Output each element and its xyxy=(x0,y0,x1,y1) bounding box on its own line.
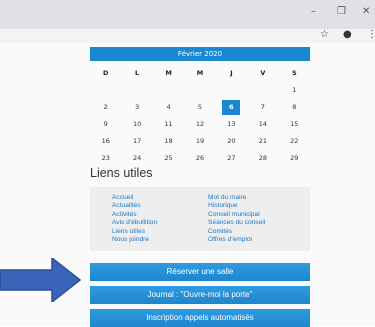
calendar-day[interactable]: 11 xyxy=(153,116,184,133)
useful-link[interactable]: Avis d'ébullition xyxy=(112,219,157,227)
calendar-day xyxy=(216,82,247,99)
calendar-day xyxy=(121,82,152,99)
calendar-day[interactable]: 12 xyxy=(184,116,215,133)
calendar-day xyxy=(90,82,121,99)
calendar-day xyxy=(184,82,215,99)
annotation-arrow-icon xyxy=(0,258,82,302)
calendar-day[interactable]: 25 xyxy=(153,150,184,167)
useful-links-box: Accueil Actualités Activités Avis d'ébullit… xyxy=(90,187,310,251)
journal-button[interactable]: Journal : "Ouvre-moi la porte" xyxy=(90,286,310,304)
useful-link[interactable]: Conseil municipal xyxy=(208,211,265,219)
calendar-widget: Février 2020 D L M M J V S 1 2 3 4 5 6 7 8 9 10 11 12 13 14 1… xyxy=(90,47,310,167)
calendar-day[interactable]: 19 xyxy=(184,133,215,150)
calendar-day[interactable]: 23 xyxy=(90,150,121,167)
calendar-day[interactable]: 6 xyxy=(216,99,247,116)
calendar-day[interactable]: 3 xyxy=(121,99,152,116)
calendar-day[interactable]: 24 xyxy=(121,150,152,167)
calendar-day[interactable]: 14 xyxy=(247,116,278,133)
restore-icon[interactable]: ❐ xyxy=(337,6,346,17)
bookmark-star-icon[interactable]: ☆ xyxy=(320,29,329,40)
calendar-weekday: V xyxy=(260,69,266,77)
useful-link[interactable]: Séances du conseil xyxy=(208,219,265,227)
calendar-day[interactable]: 26 xyxy=(184,150,215,167)
calendar-day[interactable]: 2 xyxy=(90,99,121,116)
calendar-day[interactable]: 28 xyxy=(247,150,278,167)
calendar-weekday: D xyxy=(103,69,109,77)
useful-link[interactable]: Comités xyxy=(208,228,265,236)
calendar-day[interactable]: 21 xyxy=(247,133,278,150)
calendar-day[interactable]: 5 xyxy=(184,99,215,116)
calendar-day[interactable]: 13 xyxy=(216,116,247,133)
useful-link[interactable]: Accueil xyxy=(112,194,157,202)
browser-toolbar: ☆ ● ⋮ xyxy=(0,29,375,43)
calendar-day[interactable]: 22 xyxy=(279,133,310,150)
reserve-room-button[interactable]: Réserver une salle xyxy=(90,263,310,281)
calendar-day[interactable]: 20 xyxy=(216,133,247,150)
calendar-day[interactable]: 15 xyxy=(279,116,310,133)
useful-link[interactable]: Liens utiles xyxy=(112,228,157,236)
calendar-day xyxy=(153,82,184,99)
calendar-weekday: M xyxy=(196,69,204,77)
calendar-weekday: S xyxy=(291,69,297,77)
calendar-day[interactable]: 27 xyxy=(216,150,247,167)
useful-links-title: Liens utiles xyxy=(90,166,153,180)
useful-links-left-column: Accueil Actualités Activités Avis d'ébullit… xyxy=(112,194,157,244)
useful-link[interactable]: Actualités xyxy=(112,202,157,210)
calendar-weekday: L xyxy=(135,69,140,77)
useful-link[interactable]: Historique xyxy=(208,202,265,210)
menu-icon[interactable]: ⋮ xyxy=(367,29,375,40)
useful-link[interactable]: Mot du maire xyxy=(208,194,265,202)
calendar-day[interactable]: 7 xyxy=(247,99,278,116)
calendar-grid: D L M M J V S 1 2 3 4 5 6 7 8 9 10 11 12 13 14 15 16 17 18 19 20 21… xyxy=(90,65,310,167)
calendar-day[interactable]: 10 xyxy=(121,116,152,133)
calendar-day xyxy=(247,82,278,99)
calendar-month-title: Février 2020 xyxy=(90,47,310,61)
calendar-day[interactable]: 17 xyxy=(121,133,152,150)
close-icon[interactable]: ✕ xyxy=(362,6,370,17)
calendar-day[interactable]: 29 xyxy=(279,150,310,167)
calendar-day[interactable]: 16 xyxy=(90,133,121,150)
calendar-weekday: J xyxy=(230,69,233,77)
calendar-day[interactable]: 1 xyxy=(279,82,310,99)
calendar-today-marker[interactable]: 6 xyxy=(222,100,241,115)
minimize-icon[interactable]: – xyxy=(311,6,316,17)
automated-calls-signup-button[interactable]: Inscription appels automatisés xyxy=(90,309,310,327)
useful-links-right-column: Mot du maire Historique Conseil municipal S… xyxy=(208,194,265,244)
calendar-day[interactable]: 8 xyxy=(279,99,310,116)
useful-link[interactable]: Activités xyxy=(112,211,157,219)
calendar-day[interactable]: 18 xyxy=(153,133,184,150)
calendar-weekday: M xyxy=(165,69,172,77)
useful-link[interactable]: Offres d'emploi xyxy=(208,236,265,244)
calendar-day[interactable]: 4 xyxy=(153,99,184,116)
useful-link[interactable]: Nous joindre xyxy=(112,236,157,244)
calendar-day[interactable]: 9 xyxy=(90,116,121,133)
browser-titlebar: – ❐ ✕ xyxy=(0,0,375,29)
account-icon[interactable]: ● xyxy=(343,29,352,40)
